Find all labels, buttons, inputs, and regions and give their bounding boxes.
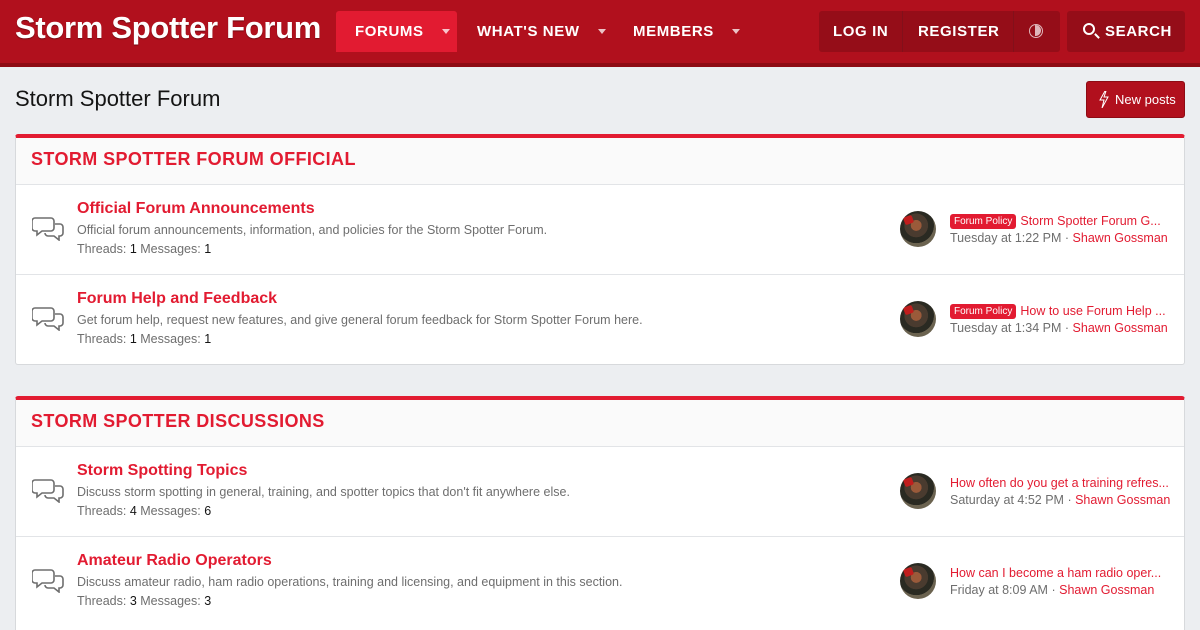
last-post-time[interactable]: Saturday at 4:52 PM [950,493,1064,507]
site-logo[interactable]: Storm Spotter Forum [15,10,321,46]
threads-label: Threads: [77,242,127,256]
last-post-thread: How can I become a ham radio oper... [950,564,1184,582]
separator: · [1064,321,1070,335]
forum-node: Amateur Radio Operators Discuss amateur … [16,537,1184,627]
category-title[interactable]: STORM SPOTTER FORUM OFFICIAL [31,149,356,170]
last-post-time[interactable]: Tuesday at 1:34 PM [950,321,1061,335]
last-post-meta: Tuesday at 1:22 PM · Shawn Gossman [950,231,1184,247]
forum-description: Get forum help, request new features, an… [77,313,643,327]
prefix-badge[interactable]: Forum Policy [950,213,1017,229]
avatar[interactable] [900,473,936,509]
forum-title[interactable]: Storm Spotting Topics [77,462,247,480]
nav-tab-forums[interactable]: FORUMS [336,11,457,52]
nav-tab-label: WHAT'S NEW [477,23,580,40]
last-post-user[interactable]: Shawn Gossman [1059,583,1154,597]
forum-node: Official Forum Announcements Official fo… [16,185,1184,275]
nav-tab-members[interactable]: MEMBERS [614,11,744,52]
bolt-icon [1099,91,1109,108]
forum-description: Discuss amateur radio, ham radio operati… [77,575,623,589]
forum-stats: Threads: 4 Messages: 6 [77,504,211,518]
messages-count: 1 [204,332,212,346]
nav-tab-label: MEMBERS [633,23,714,40]
prefix-badge[interactable]: Forum Policy [950,303,1017,319]
chat-bubbles-icon [32,479,64,503]
page-title: Storm Spotter Forum [15,86,221,111]
last-post-thread: Forum Policy How to use Forum Help ... [950,302,1184,320]
site-header: Storm Spotter Forum FORUMS WHAT'S NEW ME… [0,0,1200,67]
last-post-user[interactable]: Shawn Gossman [1073,321,1168,335]
account-buttons: LOG IN REGISTER [819,11,1060,52]
forum-stats: Threads: 1 Messages: 1 [77,242,211,256]
avatar[interactable] [900,211,936,247]
forum-node: Storm Spotting Topics Discuss storm spot… [16,447,1184,537]
avatar[interactable] [900,301,936,337]
search-icon [1083,23,1095,35]
last-post-meta: Tuesday at 1:34 PM · Shawn Gossman [950,321,1184,337]
new-posts-label: New posts [1115,92,1176,107]
avatar[interactable] [900,563,936,599]
forum-title[interactable]: Official Forum Announcements [77,200,315,218]
separator: · [1064,231,1070,245]
messages-count: 1 [204,242,212,256]
last-thread-link[interactable]: How to use Forum Help ... [1020,304,1165,318]
chat-bubbles-icon [32,569,64,593]
threads-count: 3 [129,594,137,608]
nav-tab-whats-new[interactable]: WHAT'S NEW [458,11,610,52]
threads-count: 1 [129,332,137,346]
last-thread-link[interactable]: How can I become a ham radio oper... [950,566,1161,580]
chevron-down-icon[interactable] [441,29,450,34]
forum-title[interactable]: Forum Help and Feedback [77,290,277,308]
separator: · [1067,493,1072,507]
register-button[interactable]: REGISTER [918,11,999,52]
moon-toggle-icon[interactable] [1029,24,1043,38]
forum-description: Official forum announcements, informatio… [77,223,548,237]
messages-count: 3 [204,594,212,608]
threads-count: 4 [129,504,137,518]
last-thread-link[interactable]: Storm Spotter Forum G... [1020,214,1160,228]
category-header: STORM SPOTTER FORUM OFFICIAL [16,138,1184,185]
new-posts-button[interactable]: New posts [1086,81,1185,118]
last-post-time[interactable]: Tuesday at 1:22 PM [950,231,1061,245]
divider [1013,11,1014,52]
messages-label: Messages: [140,242,201,256]
chevron-down-icon[interactable] [731,29,740,34]
messages-label: Messages: [140,504,201,518]
category-header: STORM SPOTTER DISCUSSIONS [16,400,1184,447]
last-post-thread: Forum Policy Storm Spotter Forum G... [950,212,1184,230]
forum-stats: Threads: 1 Messages: 1 [77,332,211,346]
last-post-thread: How often do you get a training refres..… [950,474,1184,492]
separator: · [1051,583,1056,597]
search-button[interactable]: SEARCH [1067,11,1185,52]
threads-label: Threads: [77,332,127,346]
last-post-meta: Saturday at 4:52 PM · Shawn Gossman [950,493,1184,509]
threads-count: 1 [129,242,137,256]
threads-label: Threads: [77,594,127,608]
forum-description: Discuss storm spotting in general, train… [77,485,570,499]
forum-node: Forum Help and Feedback Get forum help, … [16,275,1184,365]
last-post-meta: Friday at 8:09 AM · Shawn Gossman [950,583,1184,599]
forum-title[interactable]: Amateur Radio Operators [77,552,272,570]
last-post-user[interactable]: Shawn Gossman [1075,493,1170,507]
forum-stats: Threads: 3 Messages: 3 [77,594,211,608]
last-post-user[interactable]: Shawn Gossman [1073,231,1168,245]
nav-tab-label: FORUMS [355,23,424,40]
last-thread-link[interactable]: How often do you get a training refres..… [950,476,1169,490]
search-label: SEARCH [1105,23,1172,40]
login-button[interactable]: LOG IN [833,11,888,52]
chevron-down-icon[interactable] [597,29,606,34]
divider [902,11,903,52]
category-title[interactable]: STORM SPOTTER DISCUSSIONS [31,411,325,432]
messages-count: 6 [204,504,212,518]
last-post-time[interactable]: Friday at 8:09 AM [950,583,1048,597]
chat-bubbles-icon [32,217,64,241]
messages-label: Messages: [140,594,201,608]
category-block-discussions: STORM SPOTTER DISCUSSIONS Storm Spotting… [15,396,1185,630]
category-block-official: STORM SPOTTER FORUM OFFICIAL Official Fo… [15,134,1185,365]
chat-bubbles-icon [32,307,64,331]
threads-label: Threads: [77,504,127,518]
messages-label: Messages: [140,332,201,346]
